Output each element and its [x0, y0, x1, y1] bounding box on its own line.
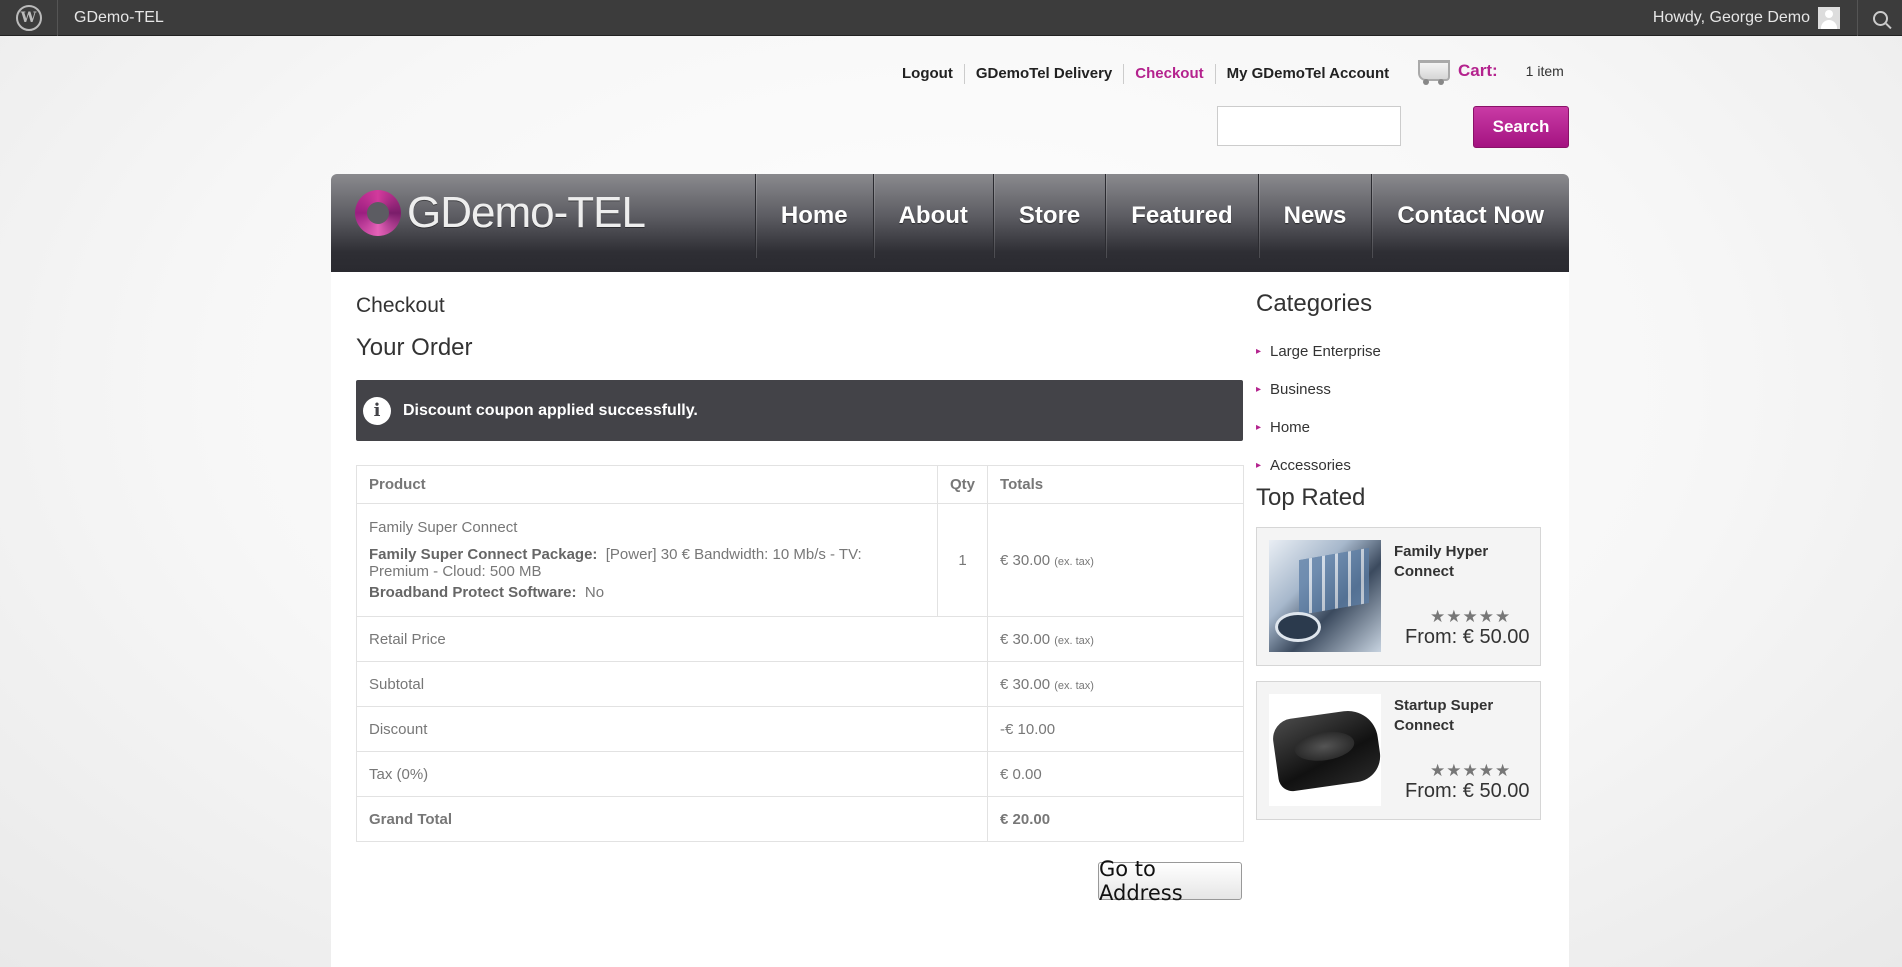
table-row: Tax (0%) € 0.00 — [355, 751, 1244, 797]
bullet-arrow-icon: ▸ — [1256, 421, 1262, 433]
product-card-price: From: € 50.00 — [1405, 626, 1530, 648]
search-input[interactable] — [1217, 106, 1401, 146]
cart-widget[interactable]: Cart: 1 item — [1414, 56, 1564, 86]
order-table: Product Qty Totals Family Super Connect … — [355, 465, 1244, 842]
star-rating-icon: ★★★★★ — [1430, 761, 1512, 781]
logo-text: GDemo-TEL — [407, 188, 646, 237]
grand-total-label: Grand Total — [355, 796, 989, 842]
qty-cell: 1 — [936, 503, 989, 617]
product-option: Family Super Connect Package: [Power] 30… — [369, 546, 925, 580]
categories-title: Categories — [1256, 290, 1373, 317]
product-card[interactable]: Startup Super Connect ★★★★★ From: € 50.0… — [1256, 681, 1541, 820]
summary-value: -€ 10.00 — [987, 706, 1244, 752]
top-rated-title: Top Rated — [1256, 484, 1366, 511]
product-card[interactable]: Family Hyper Connect ★★★★★ From: € 50.00 — [1256, 527, 1541, 666]
summary-label: Discount — [355, 706, 989, 752]
option-value: No — [584, 584, 605, 601]
category-label: Large Enterprise — [1270, 342, 1381, 360]
nav-home[interactable]: Home — [754, 174, 873, 258]
admin-account-menu[interactable]: Howdy, George Demo — [1653, 0, 1840, 36]
info-icon: i — [363, 396, 391, 425]
go-to-address-button[interactable]: Go to Address — [1098, 857, 1242, 905]
grand-total-value: € 20.00 — [987, 796, 1244, 842]
nav-contact[interactable]: Contact Now — [1371, 174, 1569, 258]
product-card-name[interactable]: Family Hyper Connect — [1394, 542, 1534, 582]
category-label: Accessories — [1270, 456, 1351, 474]
bullet-arrow-icon: ▸ — [1256, 383, 1262, 395]
category-item[interactable]: ▸ Large Enterprise — [1256, 332, 1546, 370]
content-panel: Checkout Your Order i Discount coupon ap… — [331, 272, 1569, 967]
table-row: Family Super Connect Family Super Connec… — [356, 503, 1244, 617]
bullet-arrow-icon: ▸ — [1256, 345, 1262, 357]
search-button[interactable]: Search — [1473, 106, 1569, 148]
admin-search-icon[interactable] — [1857, 0, 1902, 36]
product-thumbnail[interactable] — [1269, 540, 1381, 652]
col-totals: Totals — [987, 465, 1244, 504]
cart-count: 1 item — [1525, 63, 1564, 79]
admin-bar: W GDemo-TEL Howdy, George Demo — [0, 0, 1902, 36]
wordpress-logo-icon[interactable]: W — [0, 0, 58, 36]
checkout-link[interactable]: Checkout — [1123, 64, 1214, 84]
bullet-arrow-icon: ▸ — [1256, 459, 1262, 471]
admin-site-name[interactable]: GDemo-TEL — [74, 9, 164, 27]
product-thumbnail[interactable] — [1269, 694, 1381, 806]
tax-note: (ex. tax) — [1054, 555, 1094, 568]
my-account-link[interactable]: My GDemoTel Account — [1214, 64, 1401, 84]
notice-text: Discount coupon applied successfully. — [403, 401, 698, 419]
category-label: Business — [1270, 380, 1331, 398]
category-list: ▸ Large Enterprise ▸ Business ▸ Home ▸ Acces… — [1256, 332, 1546, 484]
table-row: Discount -€ 10.00 — [355, 706, 1244, 752]
product-name: Family Super Connect — [369, 519, 518, 536]
summary-value: € 30.00 — [1000, 630, 1051, 648]
table-row: Subtotal € 30.00 (ex. tax) — [355, 661, 1244, 707]
site-logo[interactable]: GDemo-TEL — [355, 188, 646, 238]
nav-featured[interactable]: Featured — [1105, 174, 1257, 258]
logout-link[interactable]: Logout — [891, 64, 964, 84]
product-cell: Family Super Connect Family Super Connec… — [356, 503, 938, 617]
sidebar: Categories ▸ Large Enterprise ▸ Business ▸… — [1256, 290, 1546, 820]
summary-label: Subtotal — [355, 661, 989, 707]
category-item[interactable]: ▸ Accessories — [1256, 446, 1546, 484]
table-header-row: Product Qty Totals — [356, 465, 1244, 504]
table-row: Retail Price € 30.00 (ex. tax) — [355, 616, 1244, 662]
col-qty: Qty — [936, 465, 989, 504]
summary-value: € 30.00 — [1000, 675, 1051, 693]
breadcrumb: Checkout — [356, 294, 445, 317]
tax-note: (ex. tax) — [1054, 634, 1094, 647]
main-nav: Home About Store Featured News Contact N… — [754, 174, 1569, 258]
category-item[interactable]: ▸ Home — [1256, 408, 1546, 446]
nav-store[interactable]: Store — [992, 174, 1105, 258]
category-label: Home — [1270, 418, 1311, 436]
total-cell: € 30.00 (ex. tax) — [987, 503, 1244, 617]
category-item[interactable]: ▸ Business — [1256, 370, 1546, 408]
delivery-link[interactable]: GDemoTel Delivery — [963, 64, 1123, 84]
summary-value: € 0.00 — [987, 751, 1244, 797]
item-total: € 30.00 — [1000, 551, 1051, 569]
product-option: Broadband Protect Software: No — [369, 584, 925, 601]
top-links: Logout GDemoTel Delivery Checkout My GDe… — [891, 64, 1400, 84]
summary-label: Tax (0%) — [355, 751, 989, 797]
logo-swirl-icon — [355, 190, 401, 236]
option-label: Family Super Connect Package: — [369, 546, 598, 563]
nav-news[interactable]: News — [1257, 174, 1372, 258]
success-notice: i Discount coupon applied successfully. — [356, 380, 1243, 441]
howdy-text: Howdy, George Demo — [1652, 9, 1810, 26]
summary-value-cell: € 30.00 (ex. tax) — [987, 616, 1244, 662]
product-card-price: From: € 50.00 — [1405, 780, 1530, 802]
cart-label: Cart: — [1458, 61, 1498, 80]
col-product: Product — [356, 465, 938, 504]
nav-about[interactable]: About — [872, 174, 993, 258]
grand-total-row: Grand Total € 20.00 — [355, 796, 1244, 842]
page-title: Your Order — [356, 334, 473, 361]
site-header: GDemo-TEL Home About Store Featured News… — [331, 174, 1569, 288]
shopping-cart-icon — [1414, 56, 1450, 86]
option-label: Broadband Protect Software: — [369, 584, 577, 601]
summary-label: Retail Price — [355, 616, 989, 662]
tax-note: (ex. tax) — [1054, 679, 1094, 692]
product-card-name[interactable]: Startup Super Connect — [1394, 696, 1534, 736]
star-rating-icon: ★★★★★ — [1430, 607, 1512, 627]
avatar — [1818, 7, 1840, 29]
summary-value-cell: € 30.00 (ex. tax) — [987, 661, 1244, 707]
